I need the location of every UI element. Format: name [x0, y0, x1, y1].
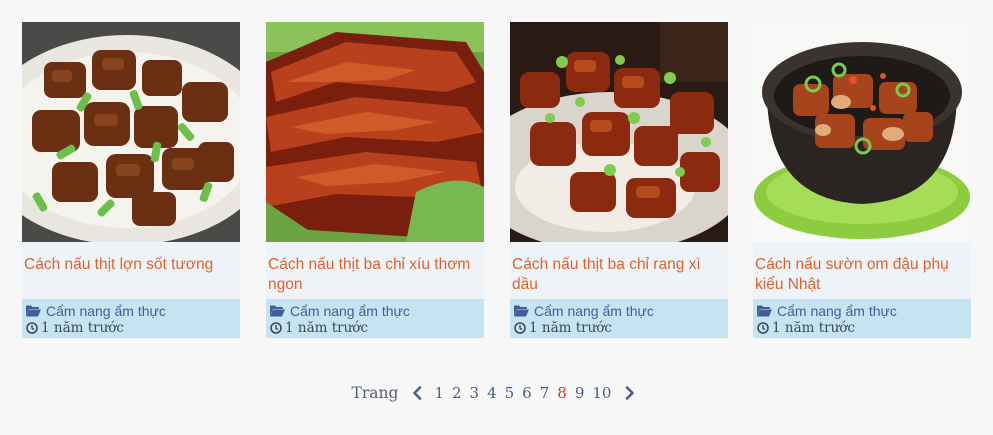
- post-meta: Cẩm nang ẩm thực 1 năm trước: [753, 299, 971, 338]
- page-link-9[interactable]: 9: [571, 384, 589, 402]
- clock-icon: [514, 322, 526, 334]
- page-link-3[interactable]: 3: [466, 384, 484, 402]
- post-title-link[interactable]: Cách nấu thịt ba chỉ xíu thơm ngon: [268, 255, 480, 295]
- post-title-link[interactable]: Cách nấu thịt lợn sốt tương: [24, 255, 236, 275]
- page-link-10[interactable]: 10: [588, 384, 615, 402]
- folder-open-icon: [514, 305, 529, 317]
- page-link-4[interactable]: 4: [483, 384, 501, 402]
- clock-icon: [270, 322, 282, 334]
- category-link[interactable]: Cẩm nang ẩm thực: [26, 302, 166, 320]
- post-meta: Cẩm nang ẩm thực 1 năm trước: [22, 299, 240, 338]
- time-label: 1 năm trước: [529, 320, 612, 336]
- chevron-right-icon: [625, 386, 635, 400]
- page-link-6[interactable]: 6: [518, 384, 536, 402]
- clock-icon: [26, 322, 38, 334]
- post-card: Cách nấu thịt ba chỉ rang xì dầu Cẩm nan…: [510, 22, 728, 338]
- post-meta: Cẩm nang ẩm thực 1 năm trước: [510, 299, 728, 338]
- time-label: 1 năm trước: [285, 320, 368, 336]
- category-label: Cẩm nang ẩm thực: [534, 303, 654, 319]
- category-link[interactable]: Cẩm nang ẩm thực: [270, 302, 410, 320]
- page-link-5[interactable]: 5: [501, 384, 519, 402]
- post-title-link[interactable]: Cách nấu thịt ba chỉ rang xì dầu: [512, 255, 724, 295]
- pagination-label: Trang: [351, 384, 399, 402]
- post-thumbnail[interactable]: [753, 22, 971, 242]
- time-label: 1 năm trước: [41, 320, 124, 336]
- folder-open-icon: [757, 305, 772, 317]
- category-label: Cẩm nang ẩm thực: [46, 303, 166, 319]
- page-link-1[interactable]: 1: [430, 384, 448, 402]
- post-thumbnail[interactable]: [266, 22, 484, 242]
- next-page-button[interactable]: [619, 386, 641, 400]
- category-link[interactable]: Cẩm nang ẩm thực: [757, 302, 897, 320]
- chevron-left-icon: [412, 386, 422, 400]
- post-time: 1 năm trước: [26, 320, 124, 336]
- post-title-link[interactable]: Cách nấu sườn om đậu phụ kiểu Nhật: [755, 255, 967, 295]
- page-link-7[interactable]: 7: [536, 384, 554, 402]
- folder-open-icon: [26, 305, 41, 317]
- category-label: Cẩm nang ẩm thực: [290, 303, 410, 319]
- post-card: Cách nấu thịt ba chỉ xíu thơm ngon Cẩm n…: [266, 22, 484, 338]
- post-time: 1 năm trước: [270, 320, 368, 336]
- post-time: 1 năm trước: [514, 320, 612, 336]
- clock-icon: [757, 322, 769, 334]
- post-card: Cách nấu thịt lợn sốt tương Cẩm nang ẩm …: [22, 22, 240, 338]
- time-label: 1 năm trước: [772, 320, 855, 336]
- post-time: 1 năm trước: [757, 320, 855, 336]
- category-link[interactable]: Cẩm nang ẩm thực: [514, 302, 654, 320]
- post-grid: Cách nấu thịt lợn sốt tương Cẩm nang ẩm …: [22, 22, 972, 338]
- post-thumbnail[interactable]: [510, 22, 728, 242]
- folder-open-icon: [270, 305, 285, 317]
- post-card: Cách nấu sườn om đậu phụ kiểu Nhật Cẩm n…: [753, 22, 971, 338]
- page-link-2[interactable]: 2: [448, 384, 466, 402]
- pagination: Trang 1 2 3 4 5 6 7 8 9 10: [0, 381, 993, 405]
- post-meta: Cẩm nang ẩm thực 1 năm trước: [266, 299, 484, 338]
- page-link-current[interactable]: 8: [553, 384, 571, 402]
- category-label: Cẩm nang ẩm thực: [777, 303, 897, 319]
- post-thumbnail[interactable]: [22, 22, 240, 242]
- prev-page-button[interactable]: [406, 386, 428, 400]
